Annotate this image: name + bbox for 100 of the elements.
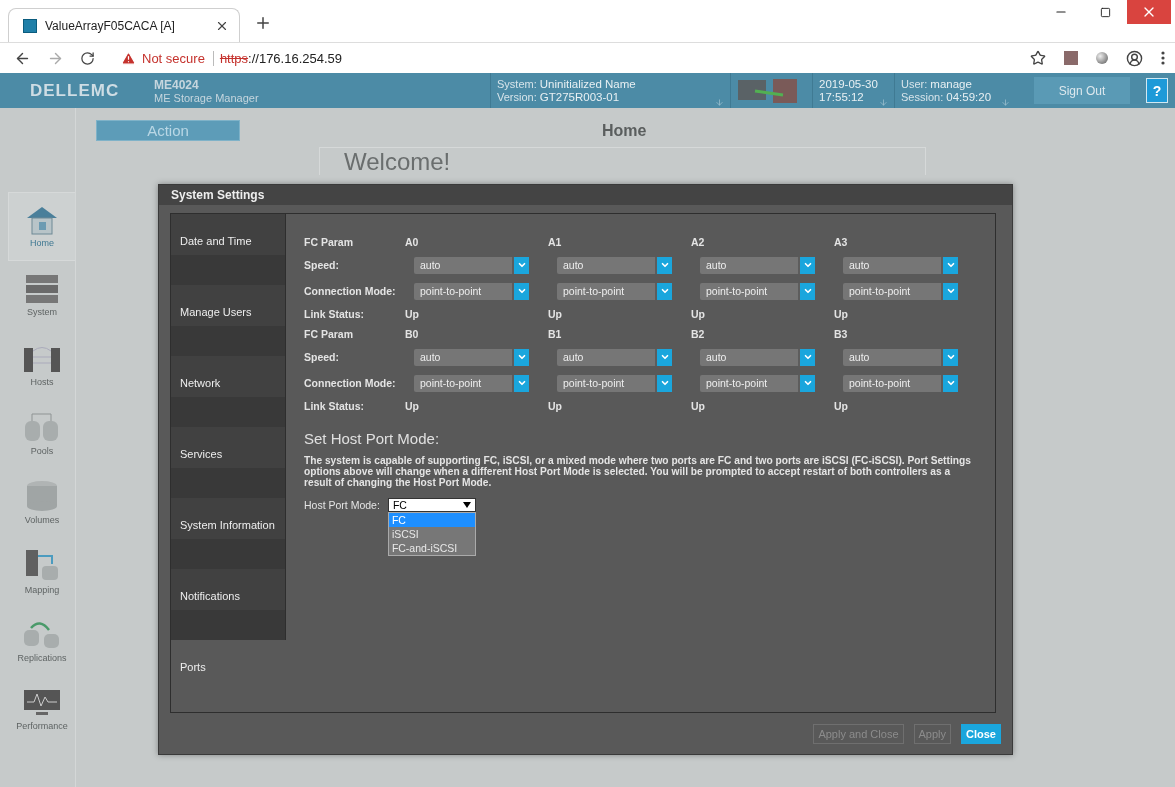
connection-mode-label: Connection Mode: — [304, 284, 397, 299]
profile-button[interactable] — [1126, 49, 1143, 67]
dropdown-chevron-icon — [516, 378, 527, 388]
dialog-title: System Settings — [159, 185, 1012, 205]
dropdown-chevron-icon — [945, 352, 956, 362]
nav-item[interactable]: Mapping — [8, 537, 75, 606]
help-button[interactable]: ? — [1146, 78, 1168, 103]
connection-mode-select[interactable]: point-to-point — [700, 282, 815, 300]
speed-select[interactable]: auto — [414, 256, 529, 274]
product-subtitle: ME Storage Manager — [154, 91, 260, 104]
settings-tab[interactable]: Services — [171, 427, 286, 498]
link-status-value: Up — [405, 399, 420, 414]
param-label: FC Param — [304, 327, 355, 342]
product-name: ME4024 — [154, 77, 200, 92]
dropdown-chevron-icon — [516, 352, 527, 362]
link-status-value: Up — [834, 399, 849, 414]
dropdown-chevron-icon — [516, 286, 527, 296]
menu-icon — [1161, 51, 1165, 65]
connection-mode-label: Connection Mode: — [304, 376, 397, 391]
connection-mode-select[interactable]: point-to-point — [843, 282, 958, 300]
speed-select[interactable]: auto — [843, 256, 958, 274]
link-status-value: Up — [834, 307, 849, 322]
port-name: B3 — [834, 327, 849, 342]
link-status-value: Up — [548, 399, 563, 414]
link-status-value: Up — [405, 307, 420, 322]
dropdown-chevron-icon — [802, 260, 813, 270]
connection-mode-select[interactable]: point-to-point — [557, 374, 672, 392]
page-title: Home — [602, 121, 647, 140]
reload-button[interactable] — [80, 50, 95, 66]
nav-item[interactable]: Replications — [8, 606, 75, 675]
menu-button[interactable] — [1161, 51, 1165, 65]
system-time: 17:55:12 — [819, 90, 864, 104]
dropdown-chevron-icon — [659, 286, 670, 296]
dropdown-chevron-icon — [945, 378, 956, 388]
settings-tab[interactable]: Network — [171, 356, 286, 427]
dropdown-chevron-icon — [802, 352, 813, 362]
sign-out-button[interactable]: Sign Out — [1034, 77, 1130, 104]
browser-tab[interactable]: ValueArrayF05CACA [A] — [8, 8, 240, 42]
host-storage-icon — [737, 76, 799, 105]
link-status-value: Up — [691, 399, 706, 414]
dropdown-chevron-icon — [659, 352, 670, 362]
dropdown-chevron-icon — [659, 260, 670, 270]
nav-item[interactable]: Volumes — [8, 468, 75, 537]
security-warning[interactable]: Not secure — [142, 50, 214, 66]
connection-mode-select[interactable]: point-to-point — [557, 282, 672, 300]
new-tab-button[interactable] — [254, 14, 272, 32]
port-name: A2 — [691, 235, 706, 250]
speed-select[interactable]: auto — [843, 348, 958, 366]
bookmark-star-button[interactable] — [1030, 50, 1046, 66]
speed-select[interactable]: auto — [557, 256, 672, 274]
brand-logo: DELLEMC — [29, 79, 121, 102]
port-name: B1 — [548, 327, 563, 342]
maximize-icon — [1099, 6, 1111, 18]
address-url[interactable]: https://176.16.254.59 — [219, 50, 343, 66]
host-port-mode-label: Host Port Mode: — [304, 498, 380, 512]
dropdown-chevron-icon — [802, 286, 813, 296]
speed-label: Speed: — [304, 350, 340, 365]
session-time: Session: 04:59:20 — [901, 90, 992, 104]
dropdown-option[interactable]: iSCSI — [388, 527, 475, 541]
speed-label: Speed: — [304, 258, 340, 273]
server-rack-icon — [25, 274, 59, 304]
nav-item[interactable]: Performance — [8, 675, 75, 744]
dropdown-chevron-icon — [945, 286, 956, 296]
speed-select[interactable]: auto — [414, 348, 529, 366]
port-name: B2 — [691, 327, 706, 342]
caret-icon — [462, 502, 471, 508]
system-name: System: Uninitialized Name — [497, 77, 636, 91]
warning-icon — [121, 50, 136, 66]
speed-select[interactable]: auto — [700, 348, 815, 366]
host-port-mode-select[interactable]: FC — [387, 498, 476, 512]
speed-select[interactable]: auto — [557, 348, 672, 366]
favicon-icon — [23, 18, 37, 33]
section-heading: Set Host Port Mode: — [304, 430, 441, 447]
connection-mode-select[interactable]: point-to-point — [414, 374, 529, 392]
user-name: User: manage — [901, 77, 972, 91]
description-text: The system is capable of supporting FC, iSCSI, or a mixed mode where two ports are FC and two ports are iSCSI (FC-iSCSI). Port Settings options above will change when a different Host Port Mode is selected. You will be prompted to accept restart of both controllers as a result of changing the Host Port Mode. — [304, 455, 972, 488]
dialog-button[interactable]: Close — [961, 723, 1001, 744]
nav-item[interactable]: System — [8, 261, 75, 330]
link-status-label: Link Status: — [304, 399, 366, 414]
house-icon — [25, 205, 59, 235]
link-status-value: Up — [548, 307, 563, 322]
settings-tab[interactable]: System Information — [171, 498, 286, 569]
settings-tab[interactable]: Notifications — [171, 569, 286, 640]
settings-tab[interactable]: Manage Users — [171, 285, 286, 356]
connection-mode-select[interactable]: point-to-point — [700, 374, 815, 392]
nav-item[interactable]: Hosts — [8, 330, 75, 399]
nav-item[interactable]: Home — [8, 192, 75, 261]
dropdown-chevron-icon — [659, 378, 670, 388]
port-name: B0 — [405, 327, 420, 342]
dropdown-option[interactable]: FC — [388, 513, 475, 527]
dropdown-chevron-icon — [945, 260, 956, 270]
nav-item[interactable]: Pools — [8, 399, 75, 468]
connection-mode-select[interactable]: point-to-point — [843, 374, 958, 392]
dropdown-chevron-icon — [802, 378, 813, 388]
extension-icon[interactable] — [1096, 52, 1108, 64]
settings-tab[interactable]: Date and Time — [171, 214, 286, 285]
dropdown-option[interactable]: FC-and-iSCSI — [388, 541, 475, 555]
connection-mode-select[interactable]: point-to-point — [414, 282, 529, 300]
speed-select[interactable]: auto — [700, 256, 815, 274]
system-date: 2019-05-30 — [819, 77, 878, 91]
